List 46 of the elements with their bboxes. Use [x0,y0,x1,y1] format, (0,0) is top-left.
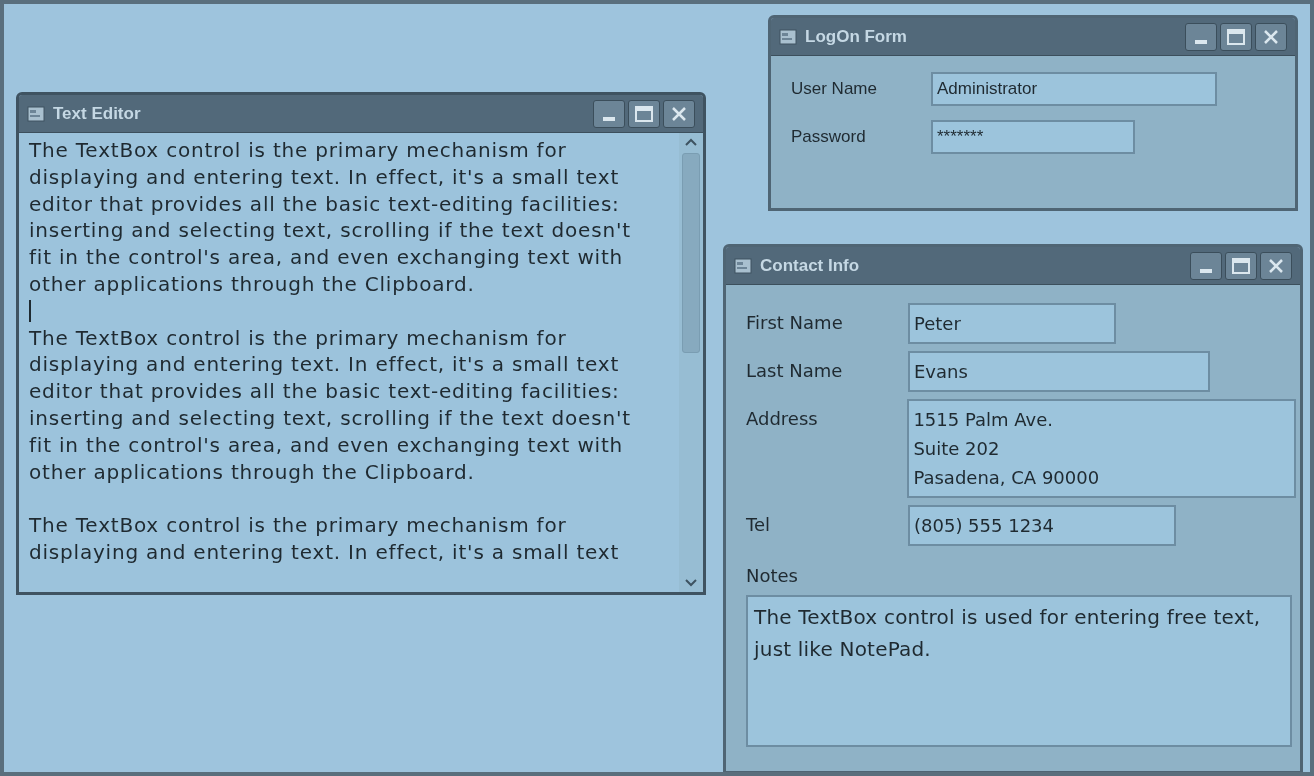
field-label: Address [746,407,819,431]
field-label: First Name [746,311,844,335]
minimize-icon [603,116,615,121]
close-button[interactable] [1260,251,1292,280]
scroll-down-icon [684,578,698,588]
text-caret [29,300,31,323]
minimize-button[interactable] [593,99,625,128]
text-field[interactable]: ******* [931,120,1135,154]
maximize-button[interactable] [1220,22,1252,51]
paragraph: The TextBox control is the primary mechanism for displaying and entering text. In effect, it's a small text editor that provides all the basic text-editing facilities: inserting and selecting text, scrolling if the text doesn't fit in the control's area, and even exchanging text with other applications through the Clipboard. [29,324,632,486]
window-title: Contact Info [760,254,860,277]
close-icon [1263,28,1279,45]
close-icon [671,105,687,122]
text-field[interactable]: Evans [908,351,1210,392]
window-title: LogOn Form [805,25,907,48]
text-field[interactable]: Peter [908,303,1116,344]
text-field[interactable]: Administrator [931,72,1217,106]
minimize-button[interactable] [1190,251,1222,280]
maximize-icon [635,105,653,122]
field-label: Last Name [746,359,844,383]
close-icon [1268,257,1284,274]
field-label: Password [791,126,867,149]
app-icon [734,257,752,274]
app-icon [779,28,797,45]
paragraph: The TextBox control is the primary mechanism for displaying and entering text. In effect, it's a small text editor that provides all the basic text-editing facilities: inserting and selecting text, scrolling if the text doesn't fit in the control's area, and even exchanging text with other applications through the Clipboard. [29,137,632,298]
text-field[interactable]: 1515 Palm Ave. Suite 202 Pasadena, CA 90000 [907,399,1296,498]
field-label: User Name [791,78,878,101]
text-field[interactable]: (805) 555 1234 [908,505,1176,546]
paragraph: The TextBox control is the primary mechanism for displaying and entering text. In effect, it's a small text [29,512,621,566]
field-label: Tel [746,513,771,537]
maximize-icon [1227,28,1245,45]
minimize-button[interactable] [1185,22,1217,51]
app-icon [27,105,45,122]
minimize-icon [1195,39,1207,44]
scrollbar[interactable] [679,133,703,592]
scrollbar-thumb[interactable] [682,153,700,353]
notes-field[interactable]: The TextBox control is used for entering free text, just like NotePad. [746,595,1292,747]
close-button[interactable] [663,99,695,128]
close-button[interactable] [1255,22,1287,51]
minimize-icon [1200,268,1212,273]
scroll-up-icon [684,137,698,147]
field-label: Notes [746,564,799,588]
maximize-button[interactable] [628,99,660,128]
maximize-button[interactable] [1225,251,1257,280]
window-title: Text Editor [53,102,141,125]
maximize-icon [1232,257,1250,274]
